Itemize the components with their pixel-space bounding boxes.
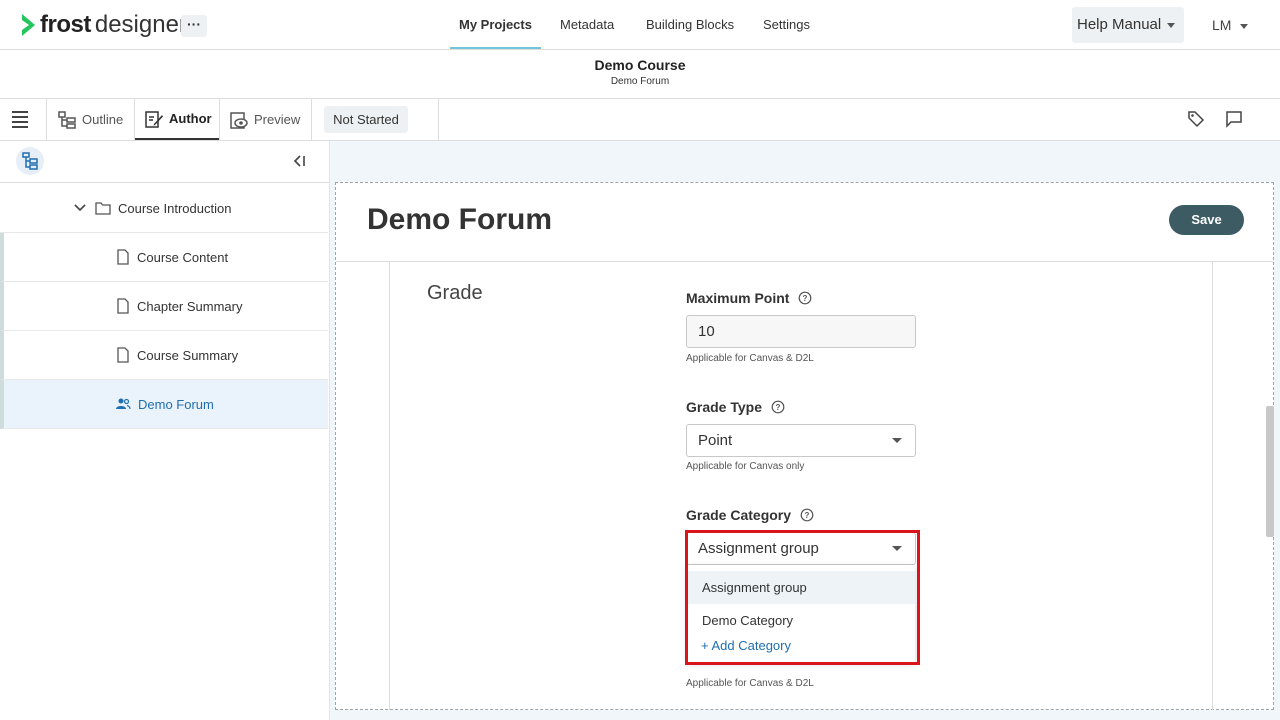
tree-view-button[interactable] — [16, 147, 44, 175]
user-menu-button[interactable]: LM — [1212, 7, 1249, 43]
toolbar-divider — [219, 99, 220, 141]
editor-header: Demo Forum Save — [336, 183, 1273, 262]
chevron-down-icon — [1240, 23, 1249, 29]
preview-icon — [230, 111, 248, 129]
svg-text:?: ? — [805, 511, 810, 520]
grade-section-heading: Grade — [427, 282, 483, 304]
outline-icon — [58, 110, 76, 129]
editor-scrollbar[interactable] — [1266, 406, 1274, 537]
tab-author-label: Author — [169, 111, 212, 126]
maximum-point-label: Maximum Point ? — [686, 290, 812, 306]
comment-icon[interactable] — [1225, 110, 1243, 128]
logo-chevron-icon — [22, 14, 35, 36]
toolbar-divider — [46, 99, 47, 141]
logo-text-bold: frost — [40, 11, 91, 38]
content-divider — [1212, 262, 1213, 710]
page-icon — [117, 249, 129, 265]
tag-icon[interactable] — [1187, 110, 1205, 128]
chevron-down-icon — [1167, 22, 1176, 28]
help-icon[interactable]: ? — [800, 508, 814, 522]
svg-text:?: ? — [803, 294, 808, 303]
help-icon[interactable]: ? — [798, 291, 812, 305]
author-toolbar: Outline Author Preview — [0, 99, 1280, 141]
tree-item-label: Course Content — [137, 249, 229, 265]
svg-text:?: ? — [776, 403, 781, 412]
tree-folder-course-introduction[interactable]: Course Introduction — [0, 184, 328, 233]
outline-panel: Course Introduction Course Content Chapt… — [0, 141, 330, 720]
tree-folder-label: Course Introduction — [118, 200, 232, 216]
frost-designer-logo[interactable]: frost designer — [20, 10, 187, 40]
page-title: Demo Forum — [367, 203, 553, 236]
nav-settings[interactable]: Settings — [763, 0, 810, 50]
course-title: Demo Course — [594, 57, 686, 73]
outline-panel-header — [0, 141, 330, 183]
tree-item-label: Demo Forum — [138, 396, 214, 412]
course-header: Demo Course Demo Forum — [0, 50, 1280, 99]
tree-view-icon — [22, 152, 38, 170]
users-icon — [116, 398, 131, 410]
tab-preview[interactable]: Preview — [229, 99, 300, 140]
user-initials: LM — [1212, 17, 1232, 33]
chevron-down-icon[interactable] — [73, 201, 87, 215]
grade-type-value: Point — [698, 432, 733, 449]
grade-category-label: Grade Category ? — [686, 507, 814, 523]
collapse-panel-icon[interactable] — [291, 153, 307, 169]
nav-metadata[interactable]: Metadata — [560, 0, 614, 50]
more-options-button[interactable]: ··· — [181, 15, 207, 37]
tab-author[interactable]: Author — [135, 99, 219, 140]
hamburger-menu-icon[interactable] — [12, 111, 28, 128]
author-edit-icon — [145, 110, 163, 128]
grade-category-hint: Applicable for Canvas & D2L — [686, 678, 814, 689]
toolbar-divider — [311, 99, 312, 141]
tab-outline[interactable]: Outline — [57, 99, 123, 140]
tree-item-course-content[interactable]: Course Content — [0, 233, 328, 282]
save-button[interactable]: Save — [1169, 205, 1244, 235]
maximum-point-input[interactable]: 10 — [686, 315, 916, 348]
logo-text: designer — [94, 11, 187, 38]
nav-my-projects[interactable]: My Projects — [459, 0, 532, 50]
maximum-point-label-text: Maximum Point — [686, 290, 790, 306]
page-icon — [117, 347, 129, 363]
nav-active-indicator — [450, 47, 541, 49]
toolbar-divider — [438, 99, 439, 141]
help-manual-button[interactable]: Help Manual — [1072, 7, 1184, 43]
help-icon[interactable]: ? — [771, 400, 785, 414]
top-navbar: frost designer ··· My Projects Metadata … — [0, 0, 1280, 50]
tree-item-label: Chapter Summary — [137, 298, 243, 314]
tab-preview-label: Preview — [254, 112, 301, 127]
tree-item-label: Course Summary — [137, 347, 239, 363]
grade-category-label-text: Grade Category — [686, 507, 792, 523]
chevron-down-icon — [892, 438, 902, 443]
tree-item-chapter-summary[interactable]: Chapter Summary — [0, 282, 328, 331]
maximum-point-hint: Applicable for Canvas & D2L — [686, 353, 814, 364]
tree-item-demo-forum[interactable]: Demo Forum — [0, 380, 328, 429]
page-icon — [117, 298, 129, 314]
grade-type-select[interactable]: Point — [686, 424, 916, 457]
grade-type-label: Grade Type ? — [686, 399, 785, 415]
status-badge[interactable]: Not Started — [324, 106, 408, 133]
folder-icon — [95, 202, 111, 215]
help-manual-label: Help Manual — [1077, 16, 1162, 33]
content-divider — [389, 262, 390, 710]
grade-type-hint: Applicable for Canvas only — [686, 461, 805, 472]
tree-item-course-summary[interactable]: Course Summary — [0, 331, 328, 380]
nav-building-blocks[interactable]: Building Blocks — [646, 0, 734, 50]
grade-type-label-text: Grade Type — [686, 399, 762, 415]
course-subtitle: Demo Forum — [610, 76, 670, 87]
highlight-annotation — [685, 530, 920, 665]
tab-outline-label: Outline — [82, 112, 124, 127]
